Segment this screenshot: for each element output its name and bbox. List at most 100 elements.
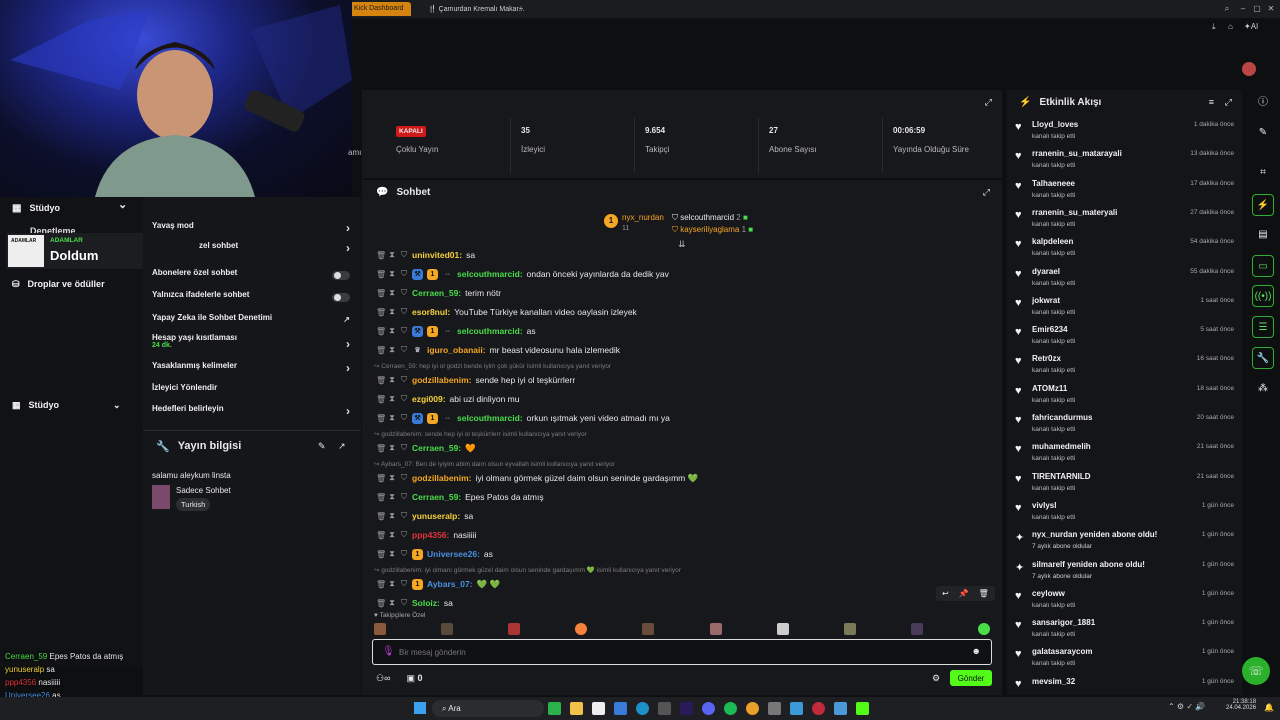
timeout-icon[interactable]: ⧗ — [388, 549, 396, 559]
lock-icon[interactable]: ⌂ — [1228, 22, 1233, 31]
inventory-icon[interactable]: ▣ 0 — [406, 673, 422, 684]
mod-shield-icon[interactable]: ⛉ — [400, 598, 408, 608]
mod-shield-icon[interactable]: ⛉ — [400, 269, 408, 279]
ai-moderation-row[interactable]: Yapay Zeka ile Sohbet Denetimi ↗ — [152, 313, 352, 329]
chat-username[interactable]: selcouthmarcid: — [457, 269, 523, 279]
chat-message-input[interactable] — [399, 644, 959, 660]
filter-icon[interactable]: ≡ — [1209, 97, 1214, 107]
mod-shield-icon[interactable]: ⛉ — [400, 326, 408, 336]
pin-icon[interactable]: 📌 — [959, 589, 969, 598]
top-supporter-2[interactable]: ⛉ selcouthmarcid 2 ■ — [672, 213, 748, 223]
chat-icon[interactable]: ▭ — [1252, 255, 1274, 277]
delete-icon[interactable]: 🗑 — [979, 589, 989, 598]
send-button[interactable]: Gönder — [950, 670, 992, 686]
edge-icon[interactable] — [636, 702, 649, 715]
emote-icon[interactable] — [709, 623, 722, 635]
mod-shield-icon[interactable]: ⛉ — [400, 530, 408, 540]
terminal-icon[interactable] — [768, 702, 781, 715]
chat-username[interactable]: Cerraen_59: — [412, 288, 461, 298]
expand-icon[interactable]: ⤢ — [985, 97, 992, 108]
chevron-down-icon[interactable]: ⌄ — [118, 198, 127, 211]
chat-message[interactable]: 🗑 ⧗ ⛉ Soloiz: sa — [376, 594, 453, 612]
chat-message[interactable]: 🗑 ⧗ ⛉ Cerraen_59: 🧡 — [376, 439, 476, 457]
delete-icon[interactable]: 🗑 — [376, 512, 386, 521]
file-explorer-icon[interactable] — [570, 702, 583, 715]
timeout-icon[interactable]: ⧗ — [388, 473, 396, 483]
delete-icon[interactable]: 🗑 — [376, 444, 386, 453]
followers-chat-row[interactable]: zel sohbet › — [152, 241, 352, 257]
chat-message[interactable]: 🗑 ⧗ ⛉ esor8nul: YouTube Türkiye kanalları vi… — [376, 303, 637, 321]
mod-shield-icon[interactable]: ⛉ — [400, 443, 408, 453]
info-icon[interactable]: ⓘ — [1252, 92, 1274, 114]
mod-shield-icon[interactable]: ⛉ — [400, 307, 408, 317]
activity-item[interactable]: ♥ TIRENTARNILD kanalı takip etti 21 saat ön… — [1007, 468, 1242, 497]
chat-settings-icon[interactable]: ⚙ — [932, 673, 940, 684]
emote-icon[interactable] — [642, 623, 655, 635]
chat-username[interactable]: Soloiz: — [412, 598, 440, 608]
goals-row[interactable]: Hedefleri belirleyin › — [152, 404, 352, 420]
emote-icon[interactable] — [776, 623, 789, 635]
delete-icon[interactable]: 🗑 — [376, 580, 386, 589]
mod-shield-icon[interactable]: ⛉ — [400, 579, 408, 589]
chat-message[interactable]: 🗑 ⧗ ⛉ Cerraen_59: terim nötr — [376, 284, 501, 302]
slow-mode-row[interactable]: Yavaş mod › — [152, 221, 352, 237]
host-viewer-row[interactable]: İzleyici Yönlendir — [152, 383, 352, 399]
timeout-icon[interactable]: ⧗ — [388, 598, 396, 608]
search-icon[interactable]: ⌕ — [1222, 4, 1232, 14]
activity-item[interactable]: ♥ Emir6234 kanalı takip etti 5 saat önce — [1007, 321, 1242, 350]
timeout-icon[interactable]: ⧗ — [388, 307, 396, 317]
subscribers-only-toggle[interactable] — [332, 271, 350, 280]
chat-username[interactable]: uninvited01: — [412, 250, 462, 260]
tab-kick-dashboard[interactable]: Kick Dashboard — [346, 2, 412, 16]
chat-username[interactable]: godzillabenim: — [412, 375, 472, 385]
mod-shield-icon[interactable]: ⛉ — [400, 288, 408, 298]
windows-start-icon[interactable] — [414, 702, 426, 714]
close-icon[interactable]: ✕ — [1266, 4, 1276, 14]
timeout-icon[interactable]: ⧗ — [388, 511, 396, 521]
chat-username[interactable]: Cerraen_59: — [412, 492, 461, 502]
chat-username[interactable]: iguro_obanaii: — [427, 345, 486, 355]
timeout-icon[interactable]: ⧗ — [388, 250, 396, 260]
emote-icon[interactable] — [374, 623, 386, 635]
mod-shield-icon[interactable]: ⛉ — [400, 375, 408, 385]
activity-item[interactable]: ♥ kalpdeleen kanalı takip etti 54 dakika ön… — [1007, 233, 1242, 262]
chat-username[interactable]: godzillabenim: — [412, 473, 472, 483]
activity-item[interactable]: ♥ muhamedmelih kanalı takip etti 21 saat ön… — [1007, 438, 1242, 467]
mod-shield-icon[interactable]: ⛉ — [400, 549, 408, 559]
chat-username[interactable]: Cerraen_59: — [412, 443, 461, 453]
tray-icons[interactable]: ⌃ ⚙ ✓ 🔊 — [1168, 702, 1205, 711]
list-icon[interactable]: ☰ — [1252, 316, 1274, 338]
activity-item[interactable]: ♥ rranenin_su_matarayali kanalı takip etti… — [1007, 145, 1242, 174]
studio-menu-row[interactable]: ▦ Stüdyo — [12, 200, 60, 216]
emote-icon[interactable] — [441, 623, 454, 635]
activity-item[interactable]: ♥ Lloyd_loves kanalı takip etti 1 dakika ön… — [1007, 116, 1242, 145]
edit-icon[interactable]: ✎ — [318, 441, 326, 452]
emote-icon[interactable] — [575, 623, 588, 635]
account-age-row[interactable]: Hesap yaşı kısıtlaması 24 dk. › — [152, 333, 352, 357]
chat-message[interactable]: 🗑 ⧗ ⛉ ♛ iguro_obanaii: mr beast videosunu hal… — [376, 341, 620, 359]
chat-message[interactable]: 🗑 ⧗ ⛉ ⚒ 1 ⇔ selcouthmarcid: ondan önceki yayınl… — [376, 265, 669, 283]
mod-shield-icon[interactable]: ⛉ — [400, 250, 408, 260]
delete-icon[interactable]: 🗑 — [376, 346, 386, 355]
studio-menu[interactable]: ▦ Stüdyo ⌄ — [12, 397, 121, 413]
emoji-icon[interactable]: ☻ — [972, 646, 981, 656]
timeout-icon[interactable]: ⧗ — [388, 579, 396, 589]
reply-icon[interactable]: ↩ — [942, 589, 949, 598]
popout-icon[interactable]: ⤢ — [1225, 97, 1232, 108]
activity-item[interactable]: ♥ dyarael kanalı takip etti 55 dakika önce — [1007, 263, 1242, 292]
activity-item[interactable]: ♥ galatasaraycom kanalı takip etti 1 gün ön… — [1007, 643, 1242, 672]
activity-item[interactable]: ♥ rranenin_su_materyali kanalı takip etti 2… — [1007, 204, 1242, 233]
chat-username[interactable]: Aybars_07: — [427, 579, 473, 589]
maximize-icon[interactable]: ▢ — [1252, 4, 1262, 14]
mod-shield-icon[interactable]: ⛉ — [400, 413, 408, 423]
support-chat-icon[interactable]: ☏ — [1242, 657, 1270, 685]
emote-only-toggle[interactable] — [332, 293, 350, 302]
discord-icon[interactable] — [702, 702, 715, 715]
activity-item[interactable]: ♥ mevsim_32 1 gün önce — [1007, 673, 1242, 695]
chrome-icon[interactable] — [746, 702, 759, 715]
chat-message[interactable]: 🗑 ⧗ ⛉ ezgi009: abi uzi dinliyon mu — [376, 390, 519, 408]
banned-words-row[interactable]: Yasaklanmış kelimeler › — [152, 361, 352, 377]
delete-icon[interactable]: 🗑 — [376, 531, 386, 540]
activity-item[interactable]: ♥ ceyloww kanalı takip etti 1 gün önce — [1007, 585, 1242, 614]
scene-icon[interactable]: ⌗ — [1252, 162, 1274, 184]
